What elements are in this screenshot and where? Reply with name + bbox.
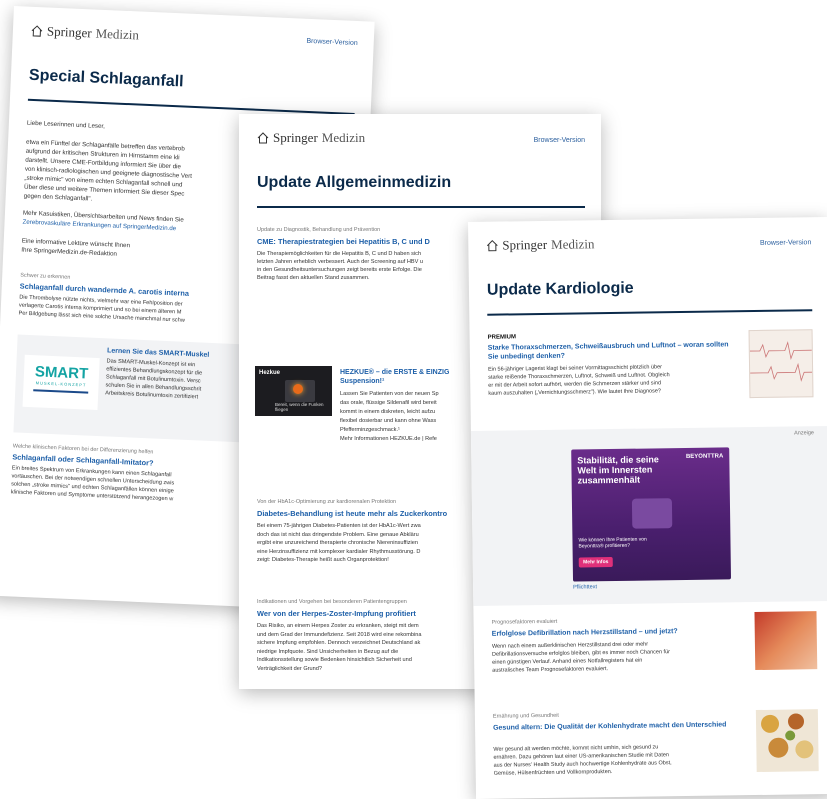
article2-title[interactable]: Erfolglose Defibrillation nach Herzstill… [492, 626, 741, 638]
browser-version-link[interactable]: Browser-Version [306, 38, 358, 47]
logo-springer-text: Springer [46, 23, 93, 41]
beyonttra-ad-banner[interactable]: Stabilität, die seine Welt im Innersten … [571, 447, 732, 582]
springer-house-icon [486, 239, 498, 252]
springer-house-icon [257, 132, 269, 144]
smart-logo: SMART MUSKEL-KONZEPT [22, 354, 100, 411]
defibrillation-image[interactable] [754, 611, 818, 671]
ad-person-image [631, 498, 673, 529]
article1-title[interactable]: Starke Thoraxschmerzen, Schweißausbruch … [488, 340, 737, 361]
browser-version-link[interactable]: Browser-Version [534, 137, 585, 144]
article3-title[interactable]: Gesund altern: Die Qualität der Kohlenhy… [493, 720, 742, 732]
article2-teaser: Wenn nach einem außerklinischen Herzstil… [491, 641, 671, 674]
newsletter-card-kardiologie: Springer Medizin Browser-Version Update … [468, 216, 827, 799]
food-image[interactable] [755, 709, 819, 773]
springer-logo[interactable]: Springer Medizin [257, 130, 365, 146]
anzeige-label: Anzeige [794, 430, 815, 437]
ad-headline: Stabilität, die seine Welt im Innersten … [577, 454, 659, 486]
article1-teaser: Ein 56-jähriger Lagerist klagt bei seine… [488, 364, 670, 397]
page-title: Update Allgemeinmedizin [257, 174, 452, 191]
ad-question: Wie können Ihre Patienten von Beyonttra®… [578, 536, 647, 550]
page-title: Update Kardiologie [486, 279, 634, 299]
ecg-image[interactable] [748, 329, 814, 399]
title-divider [257, 206, 585, 208]
title-divider [487, 309, 813, 316]
springer-logo[interactable]: Springer Medizin [31, 23, 140, 44]
article3-teaser: Wer gesund alt werden möchte, kommt nich… [493, 744, 672, 777]
springer-house-icon [31, 25, 43, 37]
logo-medizin-text: Medizin [321, 130, 366, 145]
mehr-infos-button[interactable]: Mehr Infos [578, 557, 613, 568]
browser-version-link[interactable]: Browser-Version [760, 239, 811, 247]
page-title: Special Schlaganfall [28, 66, 184, 91]
beyonttra-ad-section: Anzeige Stabilität, die seine Welt im In… [470, 425, 827, 606]
springer-logo[interactable]: Springer Medizin [486, 236, 595, 254]
logo-medizin-text: Medizin [95, 25, 140, 43]
logo-medizin-text: Medizin [550, 236, 595, 252]
hezkue-ad-image[interactable]: Hezkue Bereit, wenn die Funken fliegen [255, 366, 332, 416]
logo-springer-text: Springer [273, 130, 318, 145]
title-divider [27, 98, 355, 115]
beyonttra-brand: BEYONTTRA [685, 453, 724, 460]
logo-springer-text: Springer [502, 236, 548, 253]
pflichttext-link[interactable]: Pflichttext [573, 584, 597, 590]
